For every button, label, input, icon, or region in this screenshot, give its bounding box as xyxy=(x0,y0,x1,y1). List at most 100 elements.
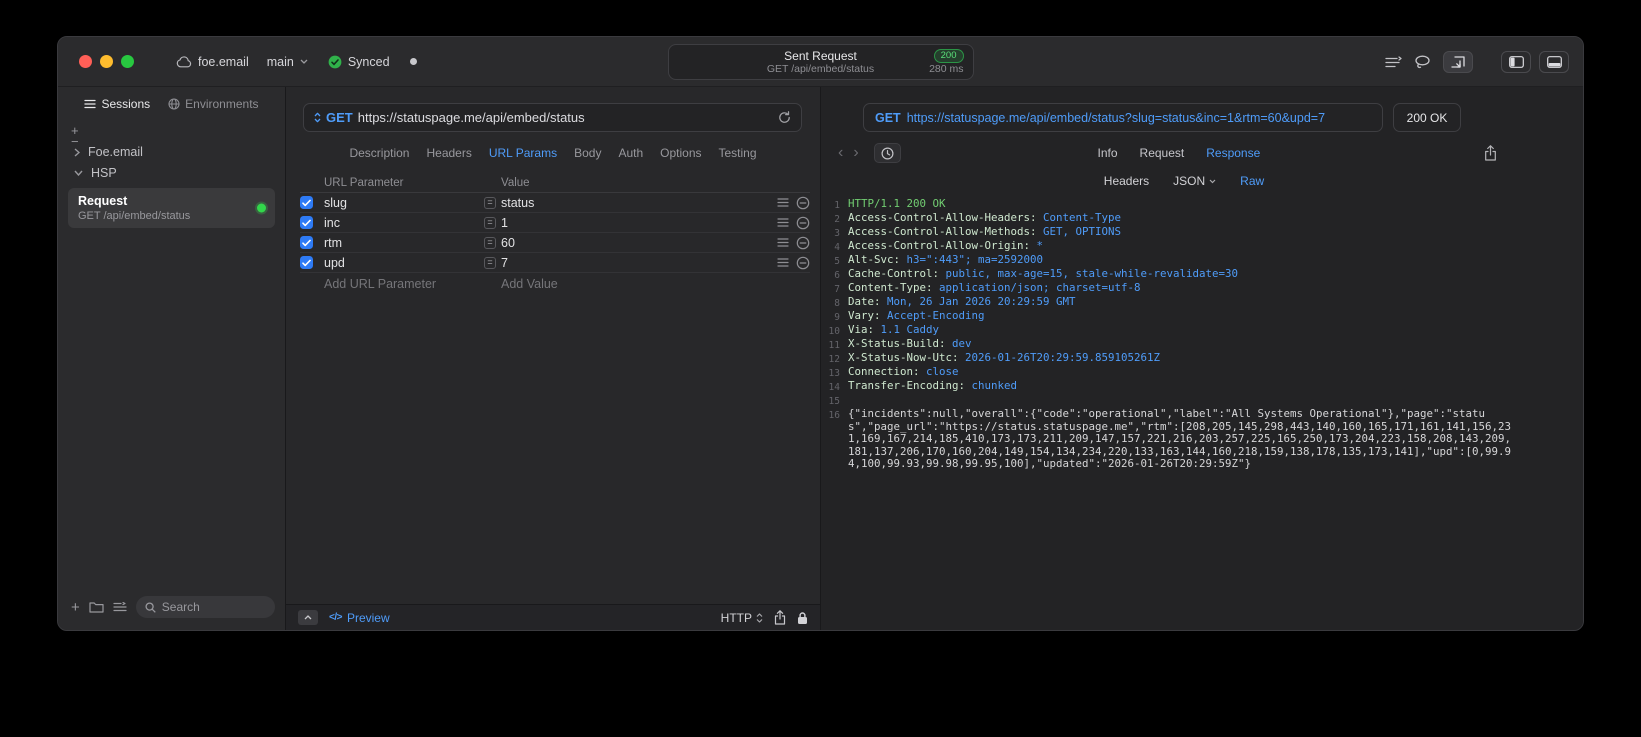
sidebar-tree: Foe.email HSP Request GET /api/embed/sta… xyxy=(68,143,275,228)
param-enabled-checkbox[interactable] xyxy=(300,236,313,249)
reorder-handle-icon[interactable] xyxy=(777,258,789,267)
history-forward-icon[interactable]: › xyxy=(848,145,863,161)
response-raw-line: 8 Date: Mon, 26 Jan 2026 20:29:59 GMT xyxy=(825,295,1513,310)
param-enabled-checkbox[interactable] xyxy=(300,216,313,229)
reorder-handle-icon[interactable] xyxy=(777,218,789,227)
chevron-down-icon xyxy=(1209,179,1216,183)
add-param-row: Add URL Parameter Add Value xyxy=(300,273,810,295)
new-request-button[interactable]: + xyxy=(71,600,80,615)
toggle-sidebar-icon[interactable] xyxy=(1501,51,1531,73)
lasso-icon[interactable] xyxy=(1414,55,1431,69)
tree-item-hsp[interactable]: HSP xyxy=(68,164,275,182)
request-status-pill[interactable]: Sent Request 200 GET /api/embed/status 2… xyxy=(667,44,974,80)
project-menu[interactable]: foe.email xyxy=(176,55,249,69)
preview-button[interactable]: </> Preview xyxy=(329,611,390,625)
minimize-window-button[interactable] xyxy=(100,55,113,68)
response-raw-line: 12 X-Status-Now-Utc: 2026-01-26T20:29:59.… xyxy=(825,351,1513,366)
tab-url-params[interactable]: URL Params xyxy=(489,146,557,160)
remove-param-icon[interactable] xyxy=(796,236,810,250)
resend-refresh-icon[interactable] xyxy=(778,111,791,124)
tab-environments[interactable]: Environments xyxy=(168,97,259,111)
request-url-input[interactable]: https://statuspage.me/api/embed/status xyxy=(358,110,773,125)
tab-body[interactable]: Body xyxy=(574,146,601,160)
line-number: 15 xyxy=(828,395,840,407)
subtab-raw[interactable]: Raw xyxy=(1240,174,1264,188)
branch-selector[interactable]: main xyxy=(267,55,308,69)
tab-sessions[interactable]: Sessions xyxy=(84,97,150,111)
tab-options[interactable]: Options xyxy=(660,146,701,160)
param-value-input[interactable]: 1 xyxy=(501,216,508,230)
subtab-headers[interactable]: Headers xyxy=(1104,174,1149,188)
history-back-icon[interactable]: ‹ xyxy=(833,145,848,161)
add-param-value-input[interactable]: Add Value xyxy=(501,277,558,291)
tab-info[interactable]: Info xyxy=(1098,146,1118,160)
history-clock-icon[interactable] xyxy=(873,143,901,163)
tab-description[interactable]: Description xyxy=(349,146,409,160)
param-value-input[interactable]: 7 xyxy=(501,256,508,270)
share-icon[interactable] xyxy=(774,610,786,625)
response-tabs: Info Request Response xyxy=(1098,146,1261,160)
response-raw-view[interactable]: 1 HTTP/1.1 200 OK 2 Access-Control-Allow-He… xyxy=(821,198,1583,630)
project-name: foe.email xyxy=(198,54,249,69)
sent-request-subtitle: GET /api/embed/status xyxy=(766,63,875,75)
response-status: 200 OK xyxy=(1406,110,1448,125)
collapse-editor-icon[interactable] xyxy=(298,610,318,625)
tab-sessions-label: Sessions xyxy=(101,97,151,111)
lock-icon[interactable] xyxy=(797,611,808,625)
param-row-upd: upd = 7 xyxy=(300,253,810,273)
desktop-background: foe.email main Synced Sent Request 200 G… xyxy=(0,0,1641,737)
sent-request-title: Sent Request xyxy=(784,49,857,63)
remove-param-icon[interactable] xyxy=(796,256,810,270)
equals-type-icon[interactable]: = xyxy=(484,196,496,209)
param-value-input[interactable]: status xyxy=(501,196,534,210)
import-request-icon[interactable] xyxy=(1443,51,1473,73)
zoom-window-button[interactable] xyxy=(121,55,134,68)
remove-param-icon[interactable] xyxy=(796,196,810,210)
close-window-button[interactable] xyxy=(79,55,92,68)
sidebar-search-input[interactable]: Search xyxy=(135,596,275,618)
protocol-selector[interactable]: HTTP xyxy=(721,611,763,625)
param-name-input[interactable]: inc xyxy=(324,216,484,230)
line-text: X-Status-Now-Utc: 2026-01-26T20:29:59.85… xyxy=(848,351,1161,364)
column-header-value: Value xyxy=(501,176,530,189)
request-duration: 280 ms xyxy=(929,63,964,75)
request-url-bar[interactable]: GET https://statuspage.me/api/embed/stat… xyxy=(303,103,802,132)
add-param-name-input[interactable]: Add URL Parameter xyxy=(324,277,484,291)
subtab-json[interactable]: JSON xyxy=(1173,174,1216,188)
param-name-input[interactable]: slug xyxy=(324,196,484,210)
line-number: 2 xyxy=(834,213,840,225)
reorder-handle-icon[interactable] xyxy=(777,198,789,207)
tab-response[interactable]: Response xyxy=(1206,146,1260,160)
remove-param-icon[interactable] xyxy=(796,216,810,230)
response-status-box: 200 OK xyxy=(1393,103,1461,132)
equals-type-icon[interactable]: = xyxy=(484,256,496,269)
line-text: HTTP/1.1 200 OK xyxy=(848,198,946,210)
equals-type-icon[interactable]: = xyxy=(484,216,496,229)
import-export-icon[interactable] xyxy=(1384,55,1402,69)
sidebar-request-item[interactable]: Request GET /api/embed/status xyxy=(68,188,275,228)
reorder-handle-icon[interactable] xyxy=(777,238,789,247)
new-folder-icon[interactable] xyxy=(89,601,104,613)
param-enabled-checkbox[interactable] xyxy=(300,196,313,209)
param-name-input[interactable]: upd xyxy=(324,256,484,270)
toggle-bottom-panel-icon[interactable] xyxy=(1539,51,1569,73)
param-enabled-checkbox[interactable] xyxy=(300,256,313,269)
response-raw-line: 15 xyxy=(825,394,1513,408)
line-number: 3 xyxy=(834,227,840,239)
tab-headers[interactable]: Headers xyxy=(426,146,471,160)
sync-status[interactable]: Synced xyxy=(328,55,390,69)
request-method[interactable]: GET xyxy=(326,110,353,125)
tab-testing[interactable]: Testing xyxy=(719,146,757,160)
param-value-input[interactable]: 60 xyxy=(501,236,515,250)
response-raw-line: 9 Vary: Accept-Encoding xyxy=(825,309,1513,324)
request-item-title: Request xyxy=(78,194,128,208)
list-options-icon[interactable] xyxy=(113,602,127,612)
equals-type-icon[interactable]: = xyxy=(484,236,496,249)
response-request-url[interactable]: GET https://statuspage.me/api/embed/stat… xyxy=(863,103,1383,132)
tab-request[interactable]: Request xyxy=(1140,146,1185,160)
param-name-input[interactable]: rtm xyxy=(324,236,484,250)
tab-auth[interactable]: Auth xyxy=(618,146,643,160)
tree-item-foe-email[interactable]: Foe.email xyxy=(68,143,275,161)
remove-session-button[interactable]: − xyxy=(71,135,79,148)
export-share-icon[interactable] xyxy=(1484,145,1497,161)
